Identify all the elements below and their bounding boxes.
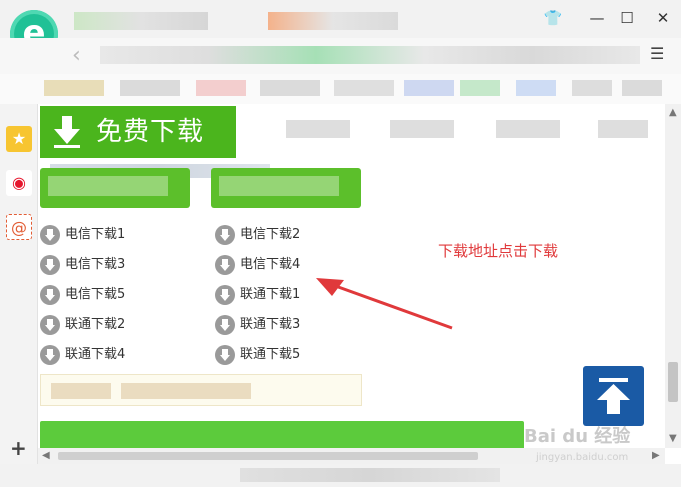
blurred-tab[interactable] [286, 120, 350, 138]
download-link-label: 电信下载5 [65, 287, 126, 302]
scroll-up-arrow-icon[interactable]: ▲ [669, 106, 677, 120]
favorites-icon[interactable]: ★ [6, 126, 32, 152]
scroll-down-arrow-icon[interactable]: ▼ [669, 432, 677, 446]
download-circle-icon [215, 255, 235, 275]
download-circle-icon [215, 225, 235, 245]
sidebar [0, 104, 38, 464]
download-link-label: 电信下载3 [65, 257, 126, 272]
blurred-tab-title[interactable] [268, 12, 398, 30]
download-link-label: 联通下载4 [65, 347, 126, 362]
download-link-label: 电信下载4 [240, 257, 301, 272]
skin-icon[interactable]: 👕 [540, 6, 566, 30]
blurred-tab[interactable] [496, 120, 560, 138]
vertical-scrollbar[interactable] [665, 104, 681, 448]
download-circle-icon [40, 285, 60, 305]
blurred-text [121, 383, 251, 399]
bookmark-item[interactable] [460, 80, 500, 96]
download-circle-icon [40, 255, 60, 275]
annotation-text: 下载地址点击下载 [438, 242, 559, 260]
baidu-watermark-url: jingyan.baidu.com [536, 452, 629, 463]
close-icon[interactable]: ✕ [650, 6, 676, 30]
download-link-label: 联通下载2 [65, 317, 126, 332]
annotation-arrow [316, 278, 453, 330]
download-circle-icon [215, 315, 235, 335]
blurred-tabs [240, 114, 660, 144]
bookmark-item[interactable] [572, 80, 612, 96]
blurred-tab[interactable] [598, 120, 648, 138]
blurred-text [51, 383, 111, 399]
weibo-icon[interactable]: ◉ [6, 170, 32, 196]
blurred-info-box [40, 374, 362, 406]
baidu-watermark: Bai du 经验 [524, 426, 631, 447]
bookmark-item[interactable] [44, 80, 104, 96]
back-to-top-icon [597, 378, 630, 414]
menu-icon[interactable]: ☰ [650, 44, 668, 64]
download-circle-icon [215, 285, 235, 305]
blurred-green-banner[interactable] [40, 421, 524, 451]
horizontal-scrollbar-thumb[interactable] [58, 452, 478, 460]
bookmark-item[interactable] [120, 80, 180, 96]
free-download-label: 免费下载 [96, 117, 205, 147]
vertical-scrollbar-thumb[interactable] [668, 362, 678, 402]
blurred-tab-title[interactable] [74, 12, 208, 30]
download-button-1[interactable] [40, 168, 190, 208]
mail-icon[interactable]: @ [6, 214, 32, 240]
download-link-label: 电信下载1 [65, 227, 126, 242]
back-to-top-button[interactable] [583, 366, 644, 426]
download-circle-icon [215, 345, 235, 365]
download-link-label: 联通下载3 [240, 317, 301, 332]
bookmark-item[interactable] [260, 80, 320, 96]
download-circle-icon [40, 315, 60, 335]
download-link-label: 电信下载2 [240, 227, 301, 242]
scroll-left-arrow-icon[interactable]: ◀ [42, 449, 50, 463]
download-circle-icon [40, 225, 60, 245]
blurred-label [48, 176, 168, 196]
back-icon[interactable]: ‹ [72, 44, 81, 68]
free-download-button[interactable]: 免费下载 [40, 106, 236, 158]
download-arrow-icon [54, 116, 80, 148]
bookmark-item[interactable] [516, 80, 556, 96]
blurred-tab[interactable] [390, 120, 454, 138]
download-link-label: 联通下载1 [240, 287, 301, 302]
blurred-label [219, 176, 339, 196]
maximize-icon[interactable]: ☐ [614, 6, 640, 30]
download-link-label: 联通下载5 [240, 347, 301, 362]
download-circle-icon [40, 345, 60, 365]
blurred-status-text [240, 468, 500, 482]
bookmark-item[interactable] [622, 80, 662, 96]
add-icon[interactable]: + [10, 438, 27, 458]
bookmark-item[interactable] [334, 80, 394, 96]
minimize-icon[interactable]: — [584, 6, 610, 30]
address-bar-blurred[interactable] [100, 46, 640, 64]
scroll-right-arrow-icon[interactable]: ▶ [652, 449, 660, 463]
bookmark-item[interactable] [196, 80, 246, 96]
download-button-2[interactable] [211, 168, 361, 208]
bookmark-item[interactable] [404, 80, 454, 96]
